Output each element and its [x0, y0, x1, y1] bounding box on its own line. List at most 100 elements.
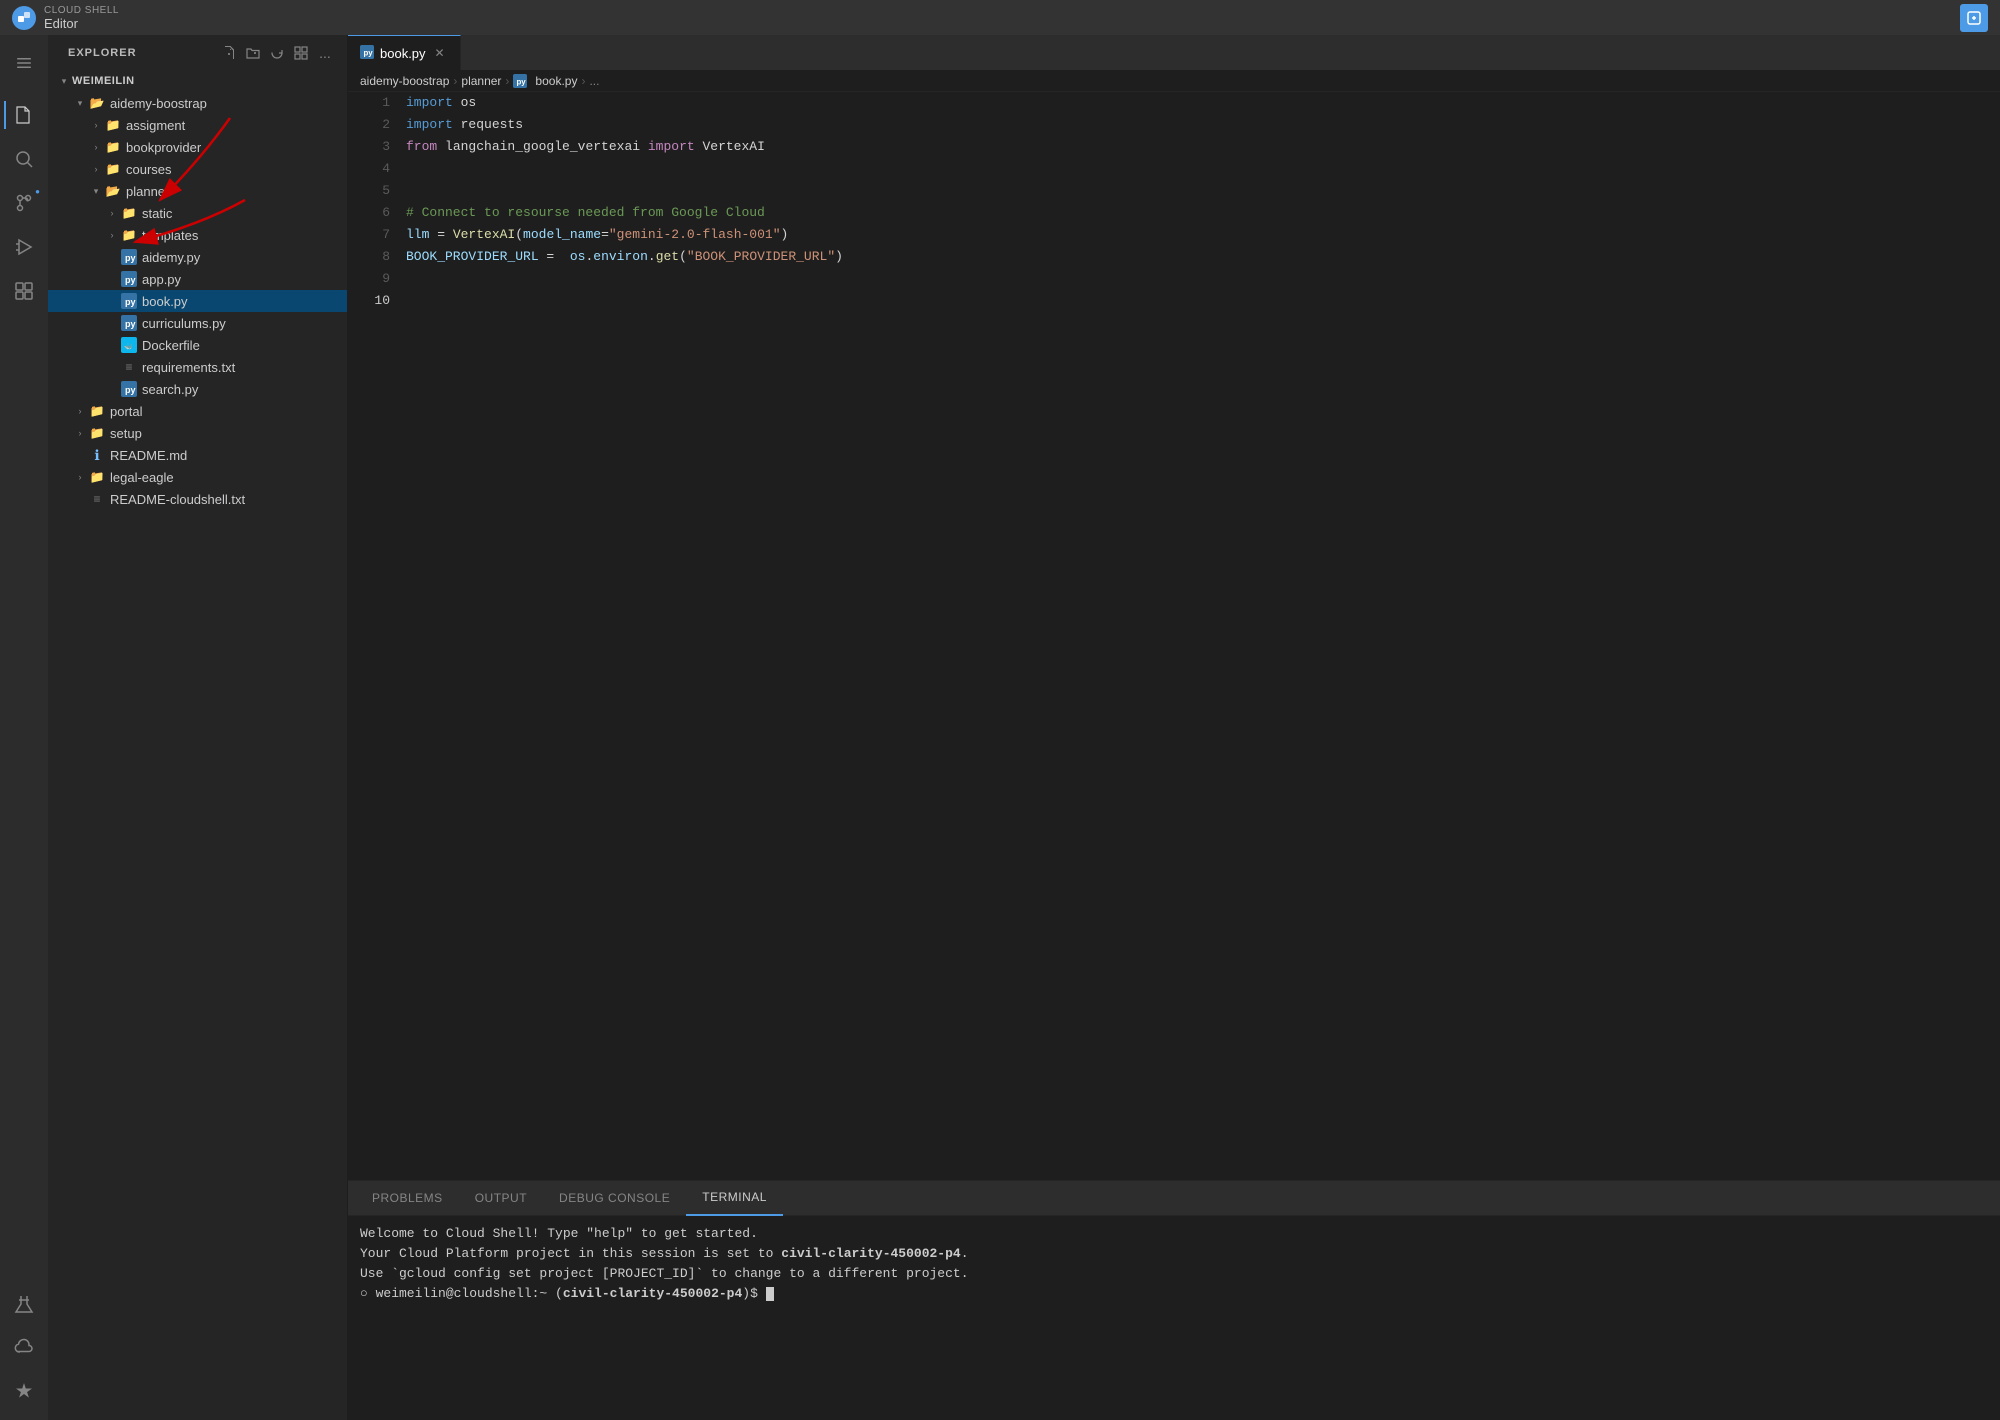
panel-tab-terminal[interactable]: TERMINAL — [686, 1181, 783, 1216]
tree-item-static[interactable]: › 📁 static — [48, 202, 347, 224]
panel-tab-problems[interactable]: PROBLEMS — [356, 1181, 459, 1216]
new-file-btn[interactable] — [219, 43, 239, 63]
breadcrumb-part-3: book.py — [535, 74, 577, 88]
terminal-line-2: Your Cloud Platform project in this sess… — [360, 1244, 1988, 1264]
tree-item-aidemy-boostrap[interactable]: ▾ 📂 aidemy-boostrap — [48, 92, 347, 114]
ln-5: 5 — [356, 180, 390, 202]
chevron-right-icon: › — [72, 425, 88, 441]
breadcrumb-file-icon: py — [513, 73, 527, 88]
activity-search-icon[interactable] — [4, 139, 44, 179]
python-file-icon: py — [120, 380, 138, 398]
activity-bar — [0, 35, 48, 1420]
tree-item-dockerfile[interactable]: 🐳 Dockerfile — [48, 334, 347, 356]
code-line-9 — [406, 268, 2000, 290]
folder-icon: 📁 — [88, 424, 106, 442]
tree-item-book-py[interactable]: py book.py — [48, 290, 347, 312]
tree-root[interactable]: ▾ WEIMEILIN — [48, 70, 347, 92]
folder-icon: 📁 — [104, 160, 122, 178]
folder-icon: 📁 — [88, 468, 106, 486]
text-file-icon: ≡ — [88, 490, 106, 508]
ln-4: 4 — [356, 158, 390, 180]
folder-icon: 📁 — [88, 402, 106, 420]
tree-item-assigment[interactable]: › 📁 assigment — [48, 114, 347, 136]
tree-item-app-py[interactable]: py app.py — [48, 268, 347, 290]
activity-run-debug-icon[interactable] — [4, 227, 44, 267]
refresh-btn[interactable] — [267, 43, 287, 63]
line-numbers: 1 2 3 4 5 6 7 8 9 10 — [348, 92, 398, 1180]
folder-icon: 📁 — [104, 138, 122, 156]
root-label: WEIMEILIN — [72, 75, 135, 87]
breadcrumb-sep-2: › — [505, 74, 509, 88]
tab-book-py[interactable]: py book.py ✕ — [348, 35, 461, 70]
chevron-down-icon: ▾ — [72, 95, 88, 111]
ln-2: 2 — [356, 114, 390, 136]
panel-tabs: PROBLEMS OUTPUT DEBUG CONSOLE TERMINAL — [348, 1181, 2000, 1216]
new-folder-btn[interactable] — [243, 43, 263, 63]
code-line-4 — [406, 158, 2000, 180]
explorer-actions: ... — [219, 43, 335, 63]
activity-source-control-icon[interactable] — [4, 183, 44, 223]
breadcrumb-part-2: planner — [461, 74, 501, 88]
code-editor[interactable]: 1 2 3 4 5 6 7 8 9 10 import os — [348, 92, 2000, 1180]
code-line-6: # Connect to resourse needed from Google… — [406, 202, 2000, 224]
panel-tab-output[interactable]: OUTPUT — [459, 1181, 543, 1216]
tree-item-setup[interactable]: › 📁 setup — [48, 422, 347, 444]
top-bar: CLOUD SHELL Editor — [0, 0, 2000, 35]
tree-item-search-py[interactable]: py search.py — [48, 378, 347, 400]
code-line-3: from langchain_google_vertexai import Ve… — [406, 136, 2000, 158]
tree-item-curriculums-py[interactable]: py curriculums.py — [48, 312, 347, 334]
bottom-panel: PROBLEMS OUTPUT DEBUG CONSOLE TERMINAL W… — [348, 1180, 2000, 1420]
python-file-icon: py — [120, 292, 138, 310]
code-line-10 — [406, 290, 2000, 312]
svg-text:py: py — [364, 48, 374, 57]
docker-file-icon: 🐳 — [120, 336, 138, 354]
app-subtitle: CLOUD SHELL — [44, 5, 119, 16]
chevron-right-icon: › — [88, 139, 104, 155]
folder-icon: 📁 — [120, 204, 138, 222]
tree-item-courses[interactable]: › 📁 courses — [48, 158, 347, 180]
top-bar-action-icon[interactable] — [1960, 4, 1988, 32]
tree-item-planner[interactable]: ▾ 📂 planner — [48, 180, 347, 202]
activity-testing-icon[interactable] — [4, 1284, 44, 1324]
terminal-line-4: ○ weimeilin@cloudshell:~ (civil-clarity-… — [360, 1284, 1988, 1304]
ln-10: 10 — [356, 290, 390, 312]
tree-item-legal-eagle[interactable]: › 📁 legal-eagle — [48, 466, 347, 488]
tree-item-bookprovider[interactable]: › 📁 bookprovider — [48, 136, 347, 158]
tree-item-templates[interactable]: › 📁 templates — [48, 224, 347, 246]
tree-item-portal[interactable]: › 📁 portal — [48, 400, 347, 422]
app-logo — [12, 6, 36, 30]
app-title-block: CLOUD SHELL Editor — [44, 5, 119, 31]
ln-7: 7 — [356, 224, 390, 246]
panel-tab-debug-console[interactable]: DEBUG CONSOLE — [543, 1181, 686, 1216]
activity-extensions-icon[interactable] — [4, 271, 44, 311]
code-line-1: import os — [406, 92, 2000, 114]
more-actions-btn[interactable]: ... — [315, 43, 335, 63]
tree-item-readme-md[interactable]: ℹ README.md — [48, 444, 347, 466]
breadcrumb-sep-3: › — [581, 74, 585, 88]
activity-menu-icon[interactable] — [4, 43, 44, 83]
tab-close-btn[interactable]: ✕ — [432, 45, 448, 61]
explorer-header: EXPLORER — [48, 35, 347, 70]
folder-icon: 📁 — [104, 116, 122, 134]
chevron-right-icon: › — [72, 469, 88, 485]
tree-item-requirements-txt[interactable]: ≡ requirements.txt — [48, 356, 347, 378]
breadcrumb-sep-1: › — [453, 74, 457, 88]
tree-item-readme-cloudshell[interactable]: ≡ README-cloudshell.txt — [48, 488, 347, 510]
collapse-btn[interactable] — [291, 43, 311, 63]
terminal-content[interactable]: Welcome to Cloud Shell! Type "help" to g… — [348, 1216, 2000, 1420]
activity-ai-icon[interactable] — [4, 1372, 44, 1412]
svg-text:py: py — [125, 275, 136, 285]
code-line-2: import requests — [406, 114, 2000, 136]
text-file-icon: ≡ — [120, 358, 138, 376]
editor-area: py book.py ✕ aidemy-boostrap › planner ›… — [348, 35, 2000, 1420]
activity-cloud-icon[interactable] — [4, 1328, 44, 1368]
chevron-right-icon: › — [88, 117, 104, 133]
code-content[interactable]: import os import requests from langchain… — [398, 92, 2000, 1180]
chevron-right-icon: › — [104, 227, 120, 243]
svg-text:🐳: 🐳 — [124, 342, 133, 351]
activity-explorer-icon[interactable] — [4, 95, 44, 135]
tree-item-aidemy-py[interactable]: py aidemy.py — [48, 246, 347, 268]
explorer-title: EXPLORER — [68, 47, 137, 59]
python-file-icon: py — [120, 248, 138, 266]
svg-text:py: py — [125, 385, 136, 395]
